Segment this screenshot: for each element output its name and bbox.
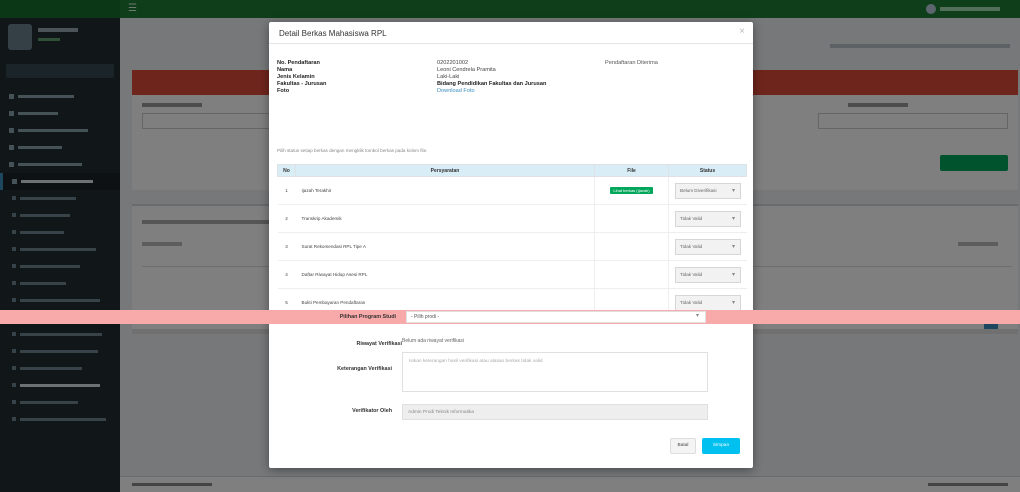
- table-row: 1 Ijazah Terakhir Lihat berkas (Ijazah) …: [277, 176, 747, 205]
- info-value: Bidang Pendidikan Fakultas dan Jurusan: [437, 81, 547, 87]
- info-label: Nama: [277, 67, 293, 73]
- info-label: Jenis Kelamin: [277, 74, 315, 80]
- modal-header: Detail Berkas Mahasiswa RPL ×: [269, 22, 753, 44]
- row-number: 3: [277, 232, 296, 261]
- cancel-button[interactable]: Batal: [670, 438, 696, 454]
- info-label: Fakultas - Jurusan: [277, 81, 327, 87]
- info-value: Leoni Cendrela Pramita: [437, 67, 496, 73]
- row-number: 1: [277, 176, 296, 205]
- requirement-name: Surat Rekomendasi RPL Tipe A: [295, 232, 595, 261]
- column-header: File: [594, 164, 669, 177]
- info-label: Foto: [277, 88, 290, 94]
- status-select[interactable]: Tidak Valid: [675, 210, 741, 227]
- table-row: 4 Daftar Riwayat Hidup Asesi RPL Tidak V…: [277, 260, 747, 289]
- status-select[interactable]: Tidak Valid: [675, 294, 741, 311]
- file-cell: [594, 232, 669, 261]
- instruction-note: Pilih status setiap berkas dengan mengkl…: [277, 148, 428, 153]
- file-cell: [594, 204, 669, 233]
- prodi-row: Pilihan Program Studi - Pilih prodi -: [272, 311, 750, 323]
- info-value: 0202201002: [437, 60, 469, 66]
- keterangan-label: Keterangan Verifikasi: [337, 366, 392, 372]
- detail-modal: Detail Berkas Mahasiswa RPL × Pendaftara…: [269, 22, 753, 468]
- prodi-label: Pilihan Program Studi: [339, 314, 396, 320]
- verifikator-label: Verifikator Oleh: [352, 408, 392, 414]
- file-cell: [594, 260, 669, 289]
- requirements-table: No Persyaratan File Status 1 Ijazah Tera…: [277, 164, 747, 317]
- status-select[interactable]: Tidak Valid: [675, 266, 741, 283]
- status-select[interactable]: Belum Diverifikasi: [675, 182, 741, 199]
- column-header: No: [277, 164, 296, 177]
- row-number: 4: [277, 260, 296, 289]
- file-link-button[interactable]: Lihat berkas (Ijazah): [610, 187, 653, 194]
- riwayat-value: Belum ada riwayat verifikasi: [402, 338, 464, 344]
- column-header: Persyaratan: [295, 164, 595, 177]
- table-row: 3 Surat Rekomendasi RPL Tipe A Tidak Val…: [277, 232, 747, 261]
- info-value: Laki-Laki: [437, 74, 460, 80]
- save-button[interactable]: Simpan: [702, 438, 740, 454]
- verifikator-input[interactable]: Admin Prodi Teknik Informatika: [402, 404, 708, 420]
- requirement-name: Ijazah Terakhir: [295, 176, 595, 205]
- riwayat-label: Riwayat Verifikasi: [356, 341, 402, 347]
- modal-title: Detail Berkas Mahasiswa RPL: [279, 29, 387, 38]
- photo-link[interactable]: Download Foto: [437, 88, 637, 95]
- keterangan-textarea[interactable]: Isikan keterangan hasil verifikasi atau …: [402, 352, 708, 392]
- info-label: No. Pendaftaran: [277, 60, 320, 66]
- column-header: Status: [668, 164, 747, 177]
- row-number: 2: [277, 204, 296, 233]
- prodi-select[interactable]: - Pilih prodi -: [406, 311, 706, 323]
- requirement-name: Transkrip Akademik: [295, 204, 595, 233]
- table-row: 2 Transkrip Akademik Tidak Valid: [277, 204, 747, 233]
- status-select[interactable]: Tidak Valid: [675, 238, 741, 255]
- student-info: Pendaftaran Diterima No. Pendaftaran 0202…: [277, 60, 747, 95]
- requirement-name: Daftar Riwayat Hidup Asesi RPL: [295, 260, 595, 289]
- close-icon[interactable]: ×: [739, 26, 745, 37]
